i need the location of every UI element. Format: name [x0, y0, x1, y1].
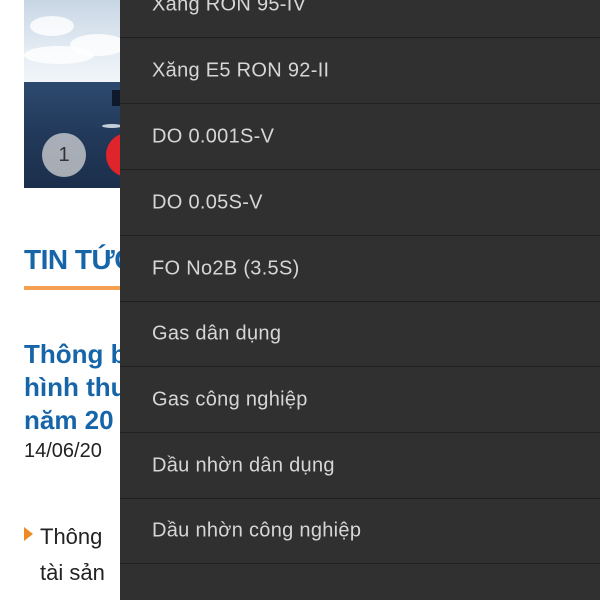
- menu-item-label: Xăng E5 RON 92-II: [152, 59, 330, 82]
- carousel-dot-number: 1: [58, 143, 70, 166]
- menu-item-label: Dầu nhờn công nghiệp: [152, 519, 362, 542]
- menu-item-label: Gas dân dụng: [152, 322, 282, 345]
- article-bullet-link[interactable]: Thông tài sản: [40, 519, 105, 591]
- menu-item-do-005s[interactable]: DO 0.05S-V: [120, 171, 600, 236]
- menu-item-label: DO 0.001S-V: [152, 125, 275, 148]
- hero-cloud: [24, 46, 94, 64]
- menu-item-next[interactable]: [120, 565, 600, 600]
- menu-item-label: FO No2B (3.5S): [152, 257, 300, 280]
- section-title-underline: [24, 286, 134, 290]
- article-date: 14/06/20: [24, 440, 102, 462]
- menu-item-label: Gas công nghiệp: [152, 388, 308, 411]
- menu-item-gas-dan-dung[interactable]: Gas dân dụng: [120, 302, 600, 367]
- carousel-dot[interactable]: 1: [42, 133, 86, 177]
- menu-item-dau-nhon-dan-dung[interactable]: Dầu nhờn dân dụng: [120, 434, 600, 499]
- menu-item-do-0001s[interactable]: DO 0.001S-V: [120, 105, 600, 170]
- hero-cloud: [30, 16, 74, 36]
- menu-item-label: Xăng RON 95-IV: [152, 0, 307, 16]
- section-title: TIN TỨC: [24, 244, 134, 275]
- menu-item-dau-nhon-cong-nghiep[interactable]: Dầu nhờn công nghiệp: [120, 499, 600, 564]
- menu-item-xang-e5[interactable]: Xăng E5 RON 92-II: [120, 39, 600, 104]
- menu-item-fo-no2b[interactable]: FO No2B (3.5S): [120, 237, 600, 302]
- hero-ship: [112, 90, 120, 106]
- product-menu-drawer: Xăng RON 95-IV Xăng E5 RON 92-II DO 0.00…: [120, 0, 600, 600]
- menu-item-label: Dầu nhờn dân dụng: [152, 454, 335, 477]
- hero-carousel[interactable]: 1: [24, 0, 134, 188]
- bullet-arrow-icon: [24, 527, 33, 541]
- hero-sky: [24, 0, 134, 82]
- menu-item-xang-ron-95[interactable]: Xăng RON 95-IV: [120, 0, 600, 38]
- menu-item-label: DO 0.05S-V: [152, 191, 263, 214]
- hero-wave: [102, 124, 122, 128]
- menu-item-gas-cong-nghiep[interactable]: Gas công nghiệp: [120, 368, 600, 433]
